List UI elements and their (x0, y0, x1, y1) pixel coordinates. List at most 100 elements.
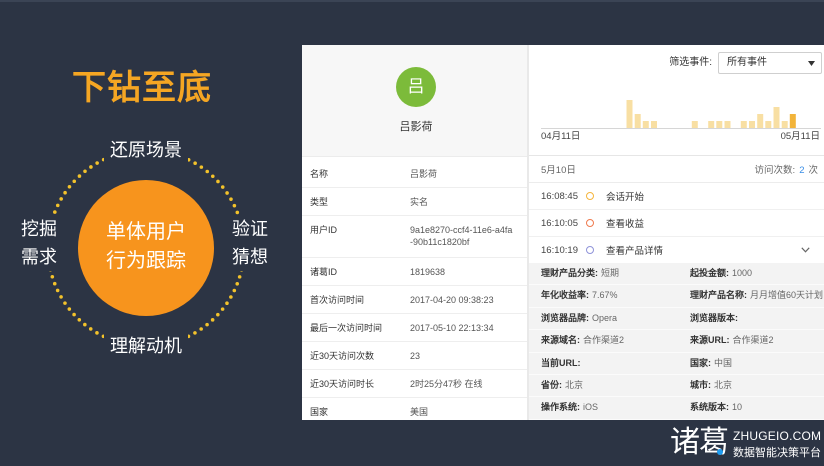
detail-cell: 省份: 北京 (541, 375, 690, 396)
info-value: 吕影荷 (410, 169, 438, 179)
detail-value: Opera (592, 312, 618, 323)
detail-value: 合作渠道2 (732, 335, 774, 346)
day-visits-label: 访问次数: (754, 165, 796, 176)
info-label: 类型 (310, 197, 329, 207)
chevron-down-icon (808, 61, 815, 66)
daily-visit-chart (541, 100, 821, 129)
detail-row: 浏览器品牌: Opera 浏览器版本: (529, 308, 824, 331)
day-visits-unit: 次 (808, 165, 818, 176)
detail-label: 来源URL: (690, 335, 730, 346)
logo-accent-icon (717, 449, 723, 455)
info-row-user-id: 用户ID 9a1e8270-ccf4-11e6-a4fa-90b11c1820b… (302, 216, 527, 258)
detail-cell: 浏览器版本: (690, 308, 824, 329)
orbit-label-right: 验证 猜想 (228, 215, 272, 271)
ring-marker-icon (586, 219, 594, 227)
detail-cell: 当前URL: (541, 353, 690, 374)
visit-bar[interactable] (716, 121, 723, 128)
event-row[interactable]: 16:10:05 查看收益 (529, 210, 824, 237)
event-name: 会话开始 (606, 192, 645, 203)
event-name: 查看产品详情 (606, 246, 664, 257)
visit-bar[interactable] (749, 121, 755, 128)
info-value: 2017-05-10 22:13:34 (410, 323, 494, 333)
info-value: 2时25分47秒 在线 (410, 379, 483, 389)
event-time: 16:08:45 (541, 190, 578, 202)
info-value: 2017-04-20 09:38:23 (410, 295, 494, 305)
event-filter-select[interactable]: 所有事件 (718, 52, 822, 74)
orbit-label-top: 还原场景 (104, 136, 188, 164)
visit-bar[interactable] (634, 114, 641, 128)
visit-bar[interactable] (781, 121, 788, 128)
visit-bar[interactable] (757, 114, 764, 128)
user-profile-panel: 吕 吕影荷 名称 吕影荷 类型 实名 用户ID 9a1e8270-ccf4-11… (302, 45, 527, 420)
detail-value: 合作渠道2 (583, 335, 625, 346)
detail-cell: 城市: 北京 (690, 375, 824, 396)
event-filter-value: 所有事件 (727, 57, 767, 68)
detail-row: 省份: 北京 城市: 北京 (529, 375, 824, 398)
detail-cell: 浏览器品牌: Opera (541, 308, 690, 329)
detail-value: 中国 (714, 357, 733, 368)
info-label: 最后一次访问时间 (310, 323, 383, 333)
visit-bar-selected[interactable] (789, 114, 796, 128)
event-row-expanded[interactable]: 16:10:19 查看产品详情 (529, 237, 824, 264)
visit-bar[interactable] (724, 121, 731, 128)
detail-cell: 年化收益率: 7.67% (541, 285, 690, 306)
detail-cell: 国家: 中国 (690, 353, 824, 374)
info-value: 1819638 (410, 267, 446, 277)
detail-value: 1000 (732, 268, 753, 278)
detail-label: 省份: (541, 379, 562, 390)
chart-start-date: 04月11日 (541, 131, 581, 142)
info-row-visit-count: 近30天访问次数 23 (302, 342, 527, 370)
info-row-name: 名称 吕影荷 (302, 160, 527, 188)
detail-cell: 来源域名: 合作渠道2 (541, 330, 690, 351)
core-label-line-2: 行为跟踪 (106, 250, 186, 272)
detail-label: 浏览器品牌: (541, 312, 589, 323)
detail-value: 短期 (601, 268, 620, 278)
detail-label: 系统版本: (690, 402, 729, 413)
event-time: 16:10:19 (541, 244, 578, 256)
detail-value: 10 (732, 402, 743, 413)
brand-logo: 诸葛 (670, 426, 729, 459)
detail-label: 年化收益率: (541, 290, 589, 301)
detail-label: 城市: (690, 379, 711, 390)
detail-label: 浏览器版本: (690, 312, 738, 323)
detail-value: iOS (583, 402, 599, 413)
detail-label: 理财产品名称: (690, 290, 747, 301)
visit-bar[interactable] (691, 121, 698, 128)
detail-label: 来源域名: (541, 335, 580, 346)
chevron-down-icon[interactable] (801, 247, 810, 253)
info-value: 美国 (410, 407, 429, 417)
detail-row: 理财产品分类: 短期 起投金额: 1000 (529, 263, 824, 286)
day-header: 5月10日 访问次数: 2 次 (529, 156, 824, 183)
detail-cell: 理财产品分类: 短期 (541, 263, 690, 284)
event-row[interactable]: 16:08:45 会话开始 (529, 183, 824, 210)
visit-bar[interactable] (773, 107, 780, 128)
detail-label: 国家: (690, 357, 711, 368)
visit-bar[interactable] (740, 121, 747, 128)
core-label-line-1: 单体用户 (106, 221, 186, 243)
detail-value: 北京 (565, 379, 584, 390)
visit-bar[interactable] (651, 121, 657, 128)
orbit-label-bottom: 理解动机 (104, 332, 188, 360)
detail-row: 操作系统: iOS 系统版本: 10 (529, 397, 824, 420)
brand-tagline: 数据智能决策平台 (733, 447, 821, 459)
info-value: 9a1e8270-ccf4-11e6-a4fa-90b11c1820bf (410, 225, 513, 247)
detail-label: 起投金额: (690, 268, 729, 278)
detail-row: 当前URL: 国家: 中国 (529, 353, 824, 375)
event-timeline-panel: 筛选事件: 所有事件 04月11日 05月11日 5月10日 访问次数: 2 次 1… (529, 45, 824, 420)
visit-bar[interactable] (708, 121, 715, 128)
visit-bar[interactable] (765, 121, 772, 128)
visit-bar[interactable] (626, 100, 633, 128)
event-time: 16:10:05 (541, 217, 578, 229)
info-row-zhuge-id: 诸葛ID 1819638 (302, 258, 527, 286)
day-visits: 访问次数: 2 次 (755, 162, 818, 176)
visit-bar[interactable] (642, 121, 649, 128)
detail-cell: 操作系统: iOS (541, 397, 690, 418)
day-visits-count: 2 (799, 165, 805, 176)
detail-label: 当前URL: (541, 357, 581, 368)
info-row-last-visit: 最后一次访问时间 2017-05-10 22:13:34 (302, 314, 527, 342)
orbit-label-left: 挖掘 需求 (17, 215, 61, 271)
info-label: 近30天访问次数 (310, 351, 375, 361)
info-row-type: 类型 实名 (302, 188, 527, 216)
day-date: 5月10日 (541, 165, 576, 176)
detail-cell: 起投金额: 1000 (690, 263, 824, 284)
